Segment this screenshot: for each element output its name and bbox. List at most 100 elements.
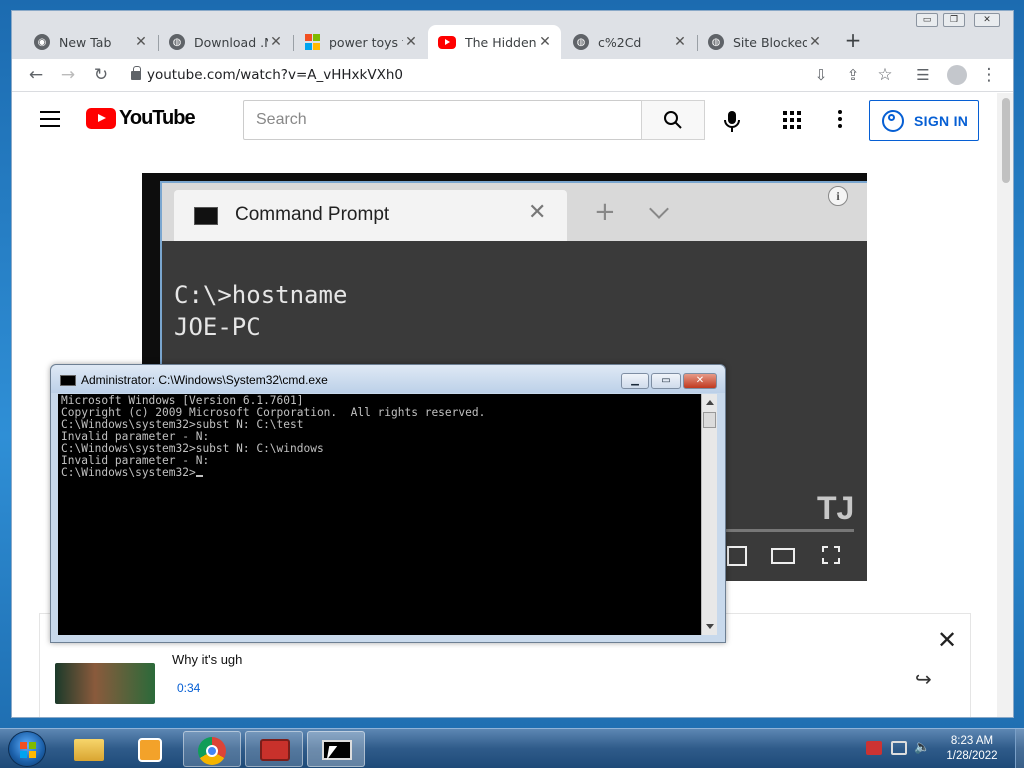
clock-date: 1/28/2022 <box>946 750 998 762</box>
show-desktop-button[interactable] <box>1015 729 1024 768</box>
video-terminal-tab: Command Prompt ✕ <box>174 190 567 241</box>
console-prompt: C:\Windows\system32> <box>61 466 196 479</box>
plus-icon: + <box>594 197 616 227</box>
reload-icon[interactable]: ↻ <box>88 63 114 87</box>
search-button[interactable] <box>641 100 705 140</box>
scroll-up-arrow-icon[interactable] <box>706 400 714 405</box>
video-terminal-line: C:\>hostname <box>174 281 348 309</box>
info-icon[interactable]: i <box>828 186 848 206</box>
video-terminal-tab-title: Command Prompt <box>235 204 390 225</box>
tab-title: power toys fo <box>329 34 403 50</box>
tab-download[interactable]: ◍ Download .N ✕ <box>159 25 292 59</box>
bookmark-star-icon[interactable]: ☆ <box>872 63 898 87</box>
microsoft-icon <box>304 34 320 50</box>
cmd-window-title: Administrator: C:\Windows\System32\cmd.e… <box>81 373 328 387</box>
tab-title: Site Blocked <box>733 34 807 50</box>
close-tab-icon[interactable]: ✕ <box>403 34 419 50</box>
user-icon <box>882 109 904 132</box>
tab-title: New Tab <box>59 34 112 50</box>
restore-button[interactable]: ❐ <box>943 13 965 27</box>
globe-icon: ◍ <box>169 34 185 50</box>
search-icon <box>664 111 682 129</box>
video-duration[interactable]: 0:34 <box>177 681 200 695</box>
cmd-close-button[interactable]: ✕ <box>683 373 717 389</box>
video-thumbnail[interactable] <box>55 663 155 704</box>
settings-menu-icon[interactable] <box>838 110 842 131</box>
video-terminal-tabbar: Command Prompt ✕ + i <box>162 183 867 241</box>
youtube-icon <box>438 35 456 49</box>
close-window-button[interactable]: ✕ <box>974 13 1000 27</box>
sign-in-button[interactable]: SIGN IN <box>869 100 979 141</box>
tab-power-toys[interactable]: power toys fo ✕ <box>294 25 427 59</box>
tab-the-hidden[interactable]: The Hidden ✕ <box>428 25 561 59</box>
taskbar: 🔈 8:23 AM 1/28/2022 <box>0 728 1024 768</box>
forward-arrow-icon[interactable]: → <box>55 63 81 87</box>
tab-new-tab[interactable]: ◉ New Tab ✕ <box>24 25 157 59</box>
search-input[interactable]: Search <box>243 100 642 140</box>
page-scrollbar[interactable] <box>997 93 1013 717</box>
lock-icon <box>131 66 141 80</box>
cmd-maximize-button[interactable]: ▭ <box>651 373 681 389</box>
hamburger-menu-icon[interactable] <box>40 111 60 132</box>
reading-list-icon[interactable]: ☰ <box>910 63 936 87</box>
tab-title: The Hidden <box>465 34 537 50</box>
clock-time: 8:23 AM <box>950 735 994 747</box>
tab-site-blocked[interactable]: ◍ Site Blocked ✕ <box>698 25 831 59</box>
taskbar-media-player-button[interactable] <box>121 731 179 767</box>
youtube-logo[interactable]: YouTube <box>86 107 196 130</box>
youtube-wordmark: YouTube <box>119 107 196 129</box>
share-arrow-icon[interactable]: ↪ <box>915 667 932 691</box>
start-button[interactable] <box>8 731 46 767</box>
chrome-icon <box>198 737 226 765</box>
cmd-console[interactable]: Microsoft Windows [Version 6.1.7601] Copy… <box>58 394 701 635</box>
tab-c2cd[interactable]: ◍ c%2Cd ✕ <box>563 25 696 59</box>
windows-flag-icon <box>20 742 36 758</box>
taskbar-chrome-button[interactable] <box>183 731 241 767</box>
sign-in-label: SIGN IN <box>914 112 969 129</box>
new-tab-button[interactable]: + <box>842 28 864 52</box>
close-icon: ✕ <box>528 200 547 225</box>
scrollbar-thumb[interactable] <box>1002 98 1010 183</box>
close-tab-icon[interactable]: ✕ <box>807 34 823 50</box>
system-clock[interactable]: 8:23 AM 1/28/2022 <box>930 734 1014 764</box>
close-tab-icon[interactable]: ✕ <box>268 34 284 50</box>
terminal-icon <box>194 207 218 225</box>
volume-icon[interactable]: 🔈 <box>914 741 930 755</box>
back-arrow-icon[interactable]: ← <box>23 63 49 87</box>
toolbox-icon <box>260 739 290 761</box>
miniplayer-icon[interactable] <box>727 546 747 566</box>
share-icon[interactable]: ⇪ <box>840 63 866 87</box>
theater-mode-icon[interactable] <box>771 548 795 564</box>
video-terminal-line: JOE-PC <box>174 313 261 341</box>
tab-title: Download .N <box>194 34 268 50</box>
cmd-scrollbar[interactable] <box>701 394 717 635</box>
cmd-titlebar[interactable]: Administrator: C:\Windows\System32\cmd.e… <box>51 365 725 393</box>
close-tab-icon[interactable]: ✕ <box>672 34 688 50</box>
scrollbar-thumb[interactable] <box>703 412 716 428</box>
install-icon[interactable]: ⇩ <box>808 63 834 87</box>
close-tab-icon[interactable]: ✕ <box>537 34 553 50</box>
channel-watermark: TJ <box>817 490 855 526</box>
minimize-button[interactable]: ▭ <box>916 13 938 27</box>
globe-icon: ◍ <box>573 34 589 50</box>
address-bar[interactable]: youtube.com/watch?v=A_vHHxkVXh0 <box>147 63 403 87</box>
network-icon[interactable] <box>891 741 907 755</box>
chrome-icon: ◉ <box>34 34 50 50</box>
apps-grid-icon[interactable] <box>783 111 801 129</box>
cmd-minimize-button[interactable]: ▁ <box>621 373 649 389</box>
action-center-flag-icon[interactable] <box>866 741 882 755</box>
taskbar-toolbox-button[interactable] <box>245 731 303 767</box>
folder-icon <box>74 739 104 761</box>
video-title[interactable]: Why it's ugh <box>172 652 242 667</box>
taskbar-explorer-button[interactable] <box>60 731 118 767</box>
scroll-down-arrow-icon[interactable] <box>706 624 714 629</box>
media-player-icon <box>138 738 162 762</box>
microphone-icon[interactable] <box>718 107 746 135</box>
console-prompt-line: C:\Windows\system32> <box>61 467 698 479</box>
youtube-play-icon <box>86 108 116 129</box>
close-icon[interactable]: ✕ <box>937 626 957 654</box>
close-tab-icon[interactable]: ✕ <box>133 34 149 50</box>
browser-menu-icon[interactable]: ⋮ <box>976 63 1002 87</box>
profile-icon[interactable] <box>944 63 970 87</box>
fullscreen-icon[interactable] <box>822 546 840 564</box>
